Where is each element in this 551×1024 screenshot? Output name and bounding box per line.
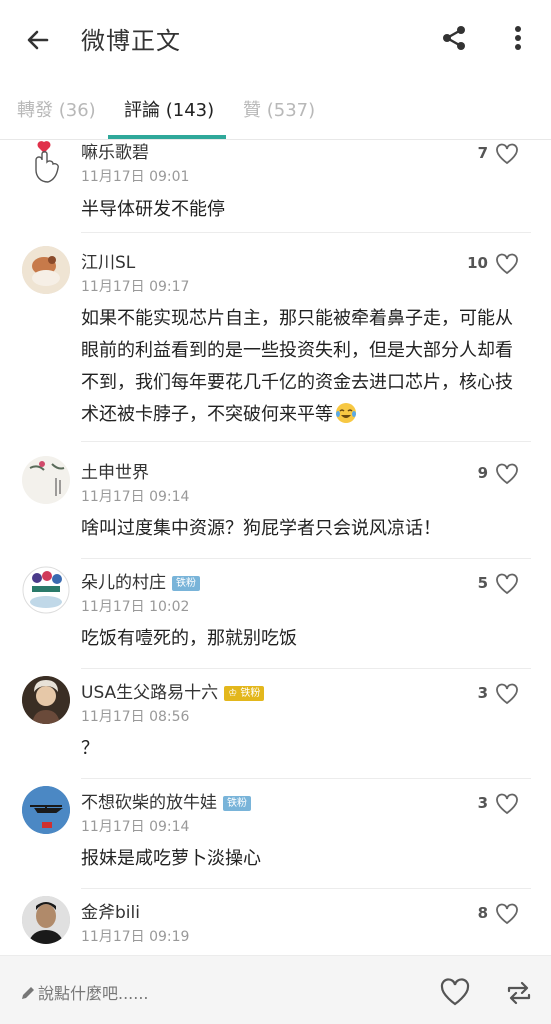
tab-likes[interactable]: 贊 (537) — [243, 96, 315, 122]
divider — [81, 778, 531, 779]
like-control[interactable]: 10 — [460, 251, 520, 277]
like-control[interactable]: 9 — [460, 461, 520, 487]
commenter-name[interactable]: 不想砍柴的放牛娃 铁粉 — [81, 788, 251, 813]
like-count: 3 — [477, 684, 488, 702]
fan-badge: ♔ 铁粉 — [224, 685, 265, 701]
commenter-name[interactable]: 江川SL — [81, 248, 135, 273]
comment-text: ？ — [81, 738, 99, 759]
like-count: 7 — [477, 144, 488, 162]
commenter-name[interactable]: 朵儿的村庄 铁粉 — [81, 568, 200, 593]
share-icon[interactable] — [434, 18, 474, 58]
like-count: 5 — [477, 574, 488, 592]
comment-text: 报妹是咸吃萝卜淡操心 — [81, 848, 261, 869]
like-count: 8 — [477, 904, 488, 922]
page-title: 微博正文 — [81, 27, 181, 55]
avatar[interactable] — [22, 140, 70, 186]
app-bar: 微博正文 — [0, 0, 551, 78]
like-count: 10 — [467, 254, 488, 272]
like-control[interactable]: 3 — [460, 791, 520, 817]
like-count: 3 — [477, 794, 488, 812]
bottom-bar: 說點什麼吧...... — [0, 955, 551, 1024]
comment-time: 11月17日 09:17 — [81, 279, 190, 295]
crown-icon: ♔ — [228, 687, 238, 699]
commenter-name[interactable]: 嘛乐歌碧 — [81, 140, 149, 163]
divider — [81, 668, 531, 669]
heart-icon[interactable] — [494, 251, 520, 277]
comment-time: 11月17日 09:14 — [81, 489, 190, 505]
tab-comments[interactable]: 評論 (143) — [124, 96, 214, 122]
avatar[interactable] — [22, 566, 70, 614]
like-control[interactable]: 8 — [460, 901, 520, 927]
heart-icon[interactable] — [494, 461, 520, 487]
heart-icon[interactable] — [494, 791, 520, 817]
comment-time: 11月17日 09:19 — [81, 929, 190, 945]
comment-list[interactable]: 嘛乐歌碧 11月17日 09:01 7 半导体研发不能停 江川SL 11月17日… — [0, 140, 551, 955]
avatar[interactable] — [22, 896, 70, 944]
commenter-name[interactable]: 土申世界 — [81, 458, 149, 483]
commenter-name[interactable]: USA生父路易十六 ♔ 铁粉 — [81, 678, 265, 703]
more-options-icon[interactable] — [500, 18, 536, 58]
laugh-cry-emoji-icon — [335, 402, 357, 435]
tab-reposts[interactable]: 轉發 (36) — [17, 96, 96, 122]
comment-time: 11月17日 10:02 — [81, 599, 190, 615]
comment-text: 如果不能实现芯片自主，那只能被牵着鼻子走，可能从眼前的利益看到的是一些投资失利，… — [81, 303, 526, 435]
like-control[interactable]: 7 — [460, 141, 520, 167]
repost-icon[interactable] — [504, 978, 534, 1008]
divider — [81, 441, 531, 442]
divider — [81, 558, 531, 559]
comment-text: 啥叫过度集中资源？狗屁学者只会说风凉话！ — [81, 518, 441, 539]
comment-time: 11月17日 09:01 — [81, 169, 190, 185]
avatar[interactable] — [22, 676, 70, 724]
heart-icon[interactable] — [494, 681, 520, 707]
comment-text: 吃饭有噎死的，那就别吃饭 — [81, 628, 297, 649]
commenter-name[interactable]: 金斧bili — [81, 898, 140, 923]
avatar[interactable] — [22, 456, 70, 504]
pencil-icon — [20, 985, 36, 1005]
like-control[interactable]: 5 — [460, 571, 520, 597]
comment-time: 11月17日 09:14 — [81, 819, 190, 835]
heart-icon[interactable] — [494, 141, 520, 167]
divider — [81, 232, 531, 233]
heart-icon[interactable] — [494, 571, 520, 597]
like-control[interactable]: 3 — [460, 681, 520, 707]
active-tab-indicator — [108, 135, 226, 139]
comment-input[interactable]: 說點什麼吧...... — [20, 980, 149, 1005]
back-arrow-icon[interactable] — [18, 20, 58, 60]
heart-icon[interactable] — [494, 901, 520, 927]
fan-badge: 铁粉 — [172, 575, 200, 591]
avatar[interactable] — [22, 786, 70, 834]
comment-time: 11月17日 08:56 — [81, 709, 190, 725]
fan-badge: 铁粉 — [223, 795, 251, 811]
comment-text: 半导体研发不能停 — [81, 199, 225, 220]
like-count: 9 — [477, 464, 488, 482]
divider — [81, 888, 531, 889]
avatar[interactable] — [22, 246, 70, 294]
tab-bar: 轉發 (36) 評論 (143) 贊 (537) — [0, 78, 551, 140]
like-post-heart-icon[interactable] — [438, 976, 472, 1008]
